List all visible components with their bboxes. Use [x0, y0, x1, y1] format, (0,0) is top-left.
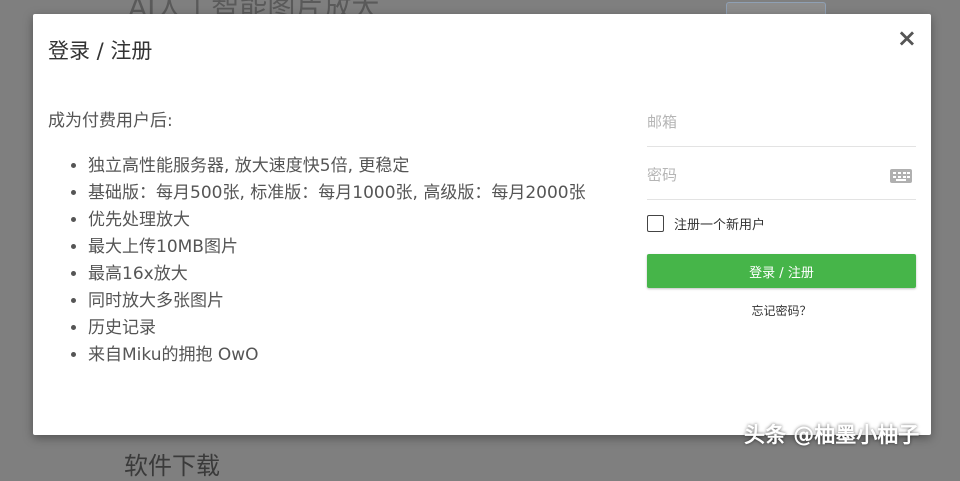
close-icon[interactable]: × — [897, 26, 917, 50]
benefit-item: 优先处理放大 — [88, 207, 608, 234]
login-register-button[interactable]: 登录 / 注册 — [647, 254, 916, 288]
modal-title: 登录 / 注册 — [48, 39, 153, 63]
password-field[interactable] — [647, 161, 916, 189]
register-option[interactable]: 注册一个新用户 — [647, 214, 916, 233]
forgot-password-link[interactable]: 忘记密码？ — [647, 302, 916, 319]
login-form: 注册一个新用户 登录 / 注册 忘记密码？ — [647, 108, 916, 319]
benefit-item: 历史记录 — [88, 315, 608, 342]
email-field-wrapper — [647, 108, 916, 147]
benefits-list: 独立高性能服务器, 放大速度快5倍, 更稳定 基础版：每月500张, 标准版：每… — [48, 153, 608, 369]
login-modal: 登录 / 注册 × 成为付费用户后: 独立高性能服务器, 放大速度快5倍, 更稳… — [33, 14, 931, 435]
benefit-item: 来自Miku的拥抱 OwO — [88, 342, 608, 369]
background-section-heading: 软件下载 — [124, 452, 220, 480]
benefit-item: 独立高性能服务器, 放大速度快5倍, 更稳定 — [88, 153, 608, 180]
keyboard-icon[interactable] — [890, 169, 912, 183]
benefit-item: 最高16x放大 — [88, 261, 608, 288]
benefit-item: 基础版：每月500张, 标准版：每月1000张, 高级版：每月2000张 — [88, 180, 608, 207]
email-field[interactable] — [647, 108, 916, 136]
watermark: 头条 @柚墨小柚子 — [744, 423, 920, 447]
benefit-item: 最大上传10MB图片 — [88, 234, 608, 261]
register-label: 注册一个新用户 — [674, 218, 766, 233]
benefit-item: 同时放大多张图片 — [88, 288, 608, 315]
benefits-panel: 成为付费用户后: 独立高性能服务器, 放大速度快5倍, 更稳定 基础版：每月50… — [48, 106, 608, 369]
password-field-wrapper — [647, 161, 916, 200]
benefits-intro: 成为付费用户后: — [48, 111, 173, 131]
register-checkbox[interactable] — [647, 215, 664, 232]
